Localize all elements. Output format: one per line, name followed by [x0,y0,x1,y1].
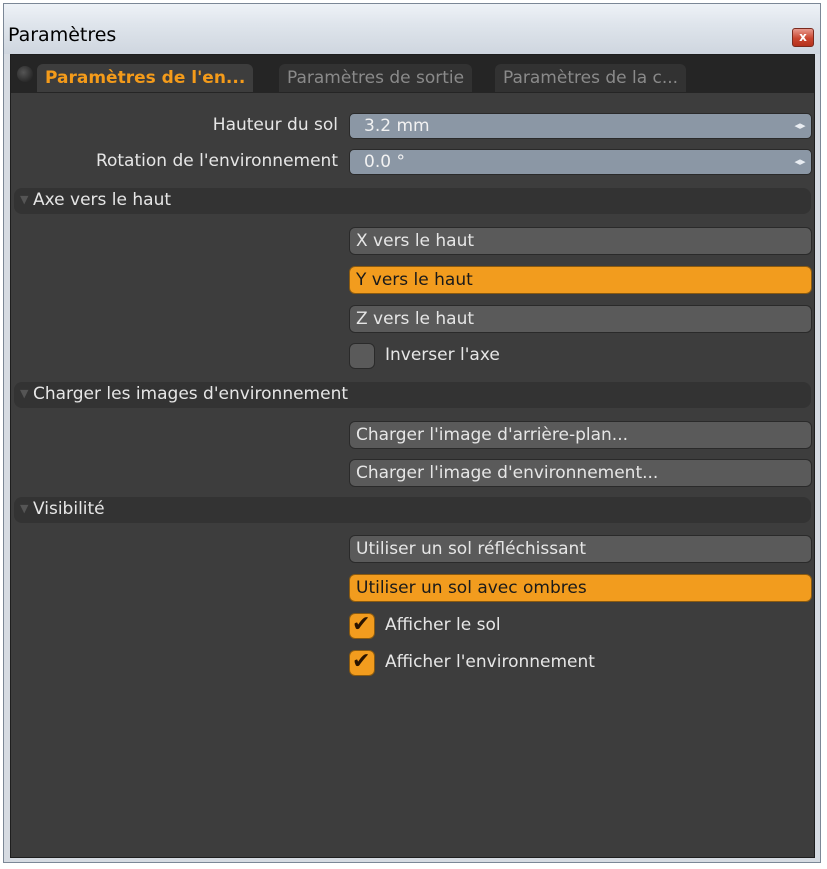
check-icon: ✔ [352,649,371,674]
reflective-floor-button[interactable]: Utiliser un sol réfléchissant [349,535,812,563]
section-load-images[interactable]: ▼ Charger les images d'environnement [14,382,811,408]
x-up-button[interactable]: X vers le haut [349,227,812,255]
collapse-triangle-icon: ▼ [20,193,29,206]
spinner-icon[interactable]: ◂▸ [793,118,807,134]
section-load-images-label: Charger les images d'environnement [33,384,349,404]
section-visibility[interactable]: ▼ Visibilité [14,497,811,523]
env-rotation-value: 0.0 ° [364,152,405,172]
shadow-floor-button[interactable]: Utiliser un sol avec ombres [349,574,812,602]
invert-axis-label: Inverser l'axe [385,345,500,365]
tab-environment-settings[interactable]: Paramètres de l'en... [37,64,254,92]
tab-bar: Paramètres de l'en... Paramètres de sort… [11,55,814,93]
show-environment-checkbox[interactable]: ✔ [349,649,375,676]
spinner-icon[interactable]: ◂▸ [793,154,807,170]
section-visibility-label: Visibilité [33,499,105,519]
check-icon: ✔ [352,612,371,637]
close-button[interactable]: x [792,28,814,47]
load-background-button[interactable]: Charger l'image d'arrière-plan... [349,421,812,449]
close-icon: x [799,30,807,44]
show-floor-label: Afficher le sol [385,615,501,635]
tab-camera-settings[interactable]: Paramètres de la c... [495,64,687,92]
ground-height-label: Hauteur du sol [212,115,338,135]
collapse-triangle-icon: ▼ [20,387,29,400]
section-up-axis[interactable]: ▼ Axe vers le haut [14,188,811,214]
env-rotation-field[interactable]: 0.0 ° ◂▸ [349,149,812,175]
settings-window: Paramètres x Paramètres de l'en... Param… [3,3,821,863]
window-title: Paramètres [8,24,117,46]
section-up-axis-label: Axe vers le haut [33,190,172,210]
env-rotation-label: Rotation de l'environnement [95,151,338,171]
invert-axis-checkbox[interactable] [349,343,375,369]
show-environment-label: Afficher l'environnement [385,652,595,672]
show-floor-checkbox[interactable]: ✔ [349,612,375,639]
settings-panel: Paramètres de l'en... Paramètres de sort… [10,54,815,858]
load-environment-button[interactable]: Charger l'image d'environnement... [349,459,812,487]
ground-height-value: 3.2 mm [364,116,430,136]
title-bar[interactable]: Paramètres x [4,4,820,54]
collapse-triangle-icon: ▼ [20,502,29,515]
z-up-button[interactable]: Z vers le haut [349,305,812,333]
panel-menu-icon[interactable] [17,66,33,82]
ground-height-field[interactable]: 3.2 mm ◂▸ [349,113,812,139]
y-up-button[interactable]: Y vers le haut [349,266,812,294]
tab-output-settings[interactable]: Paramètres de sortie [279,64,473,92]
